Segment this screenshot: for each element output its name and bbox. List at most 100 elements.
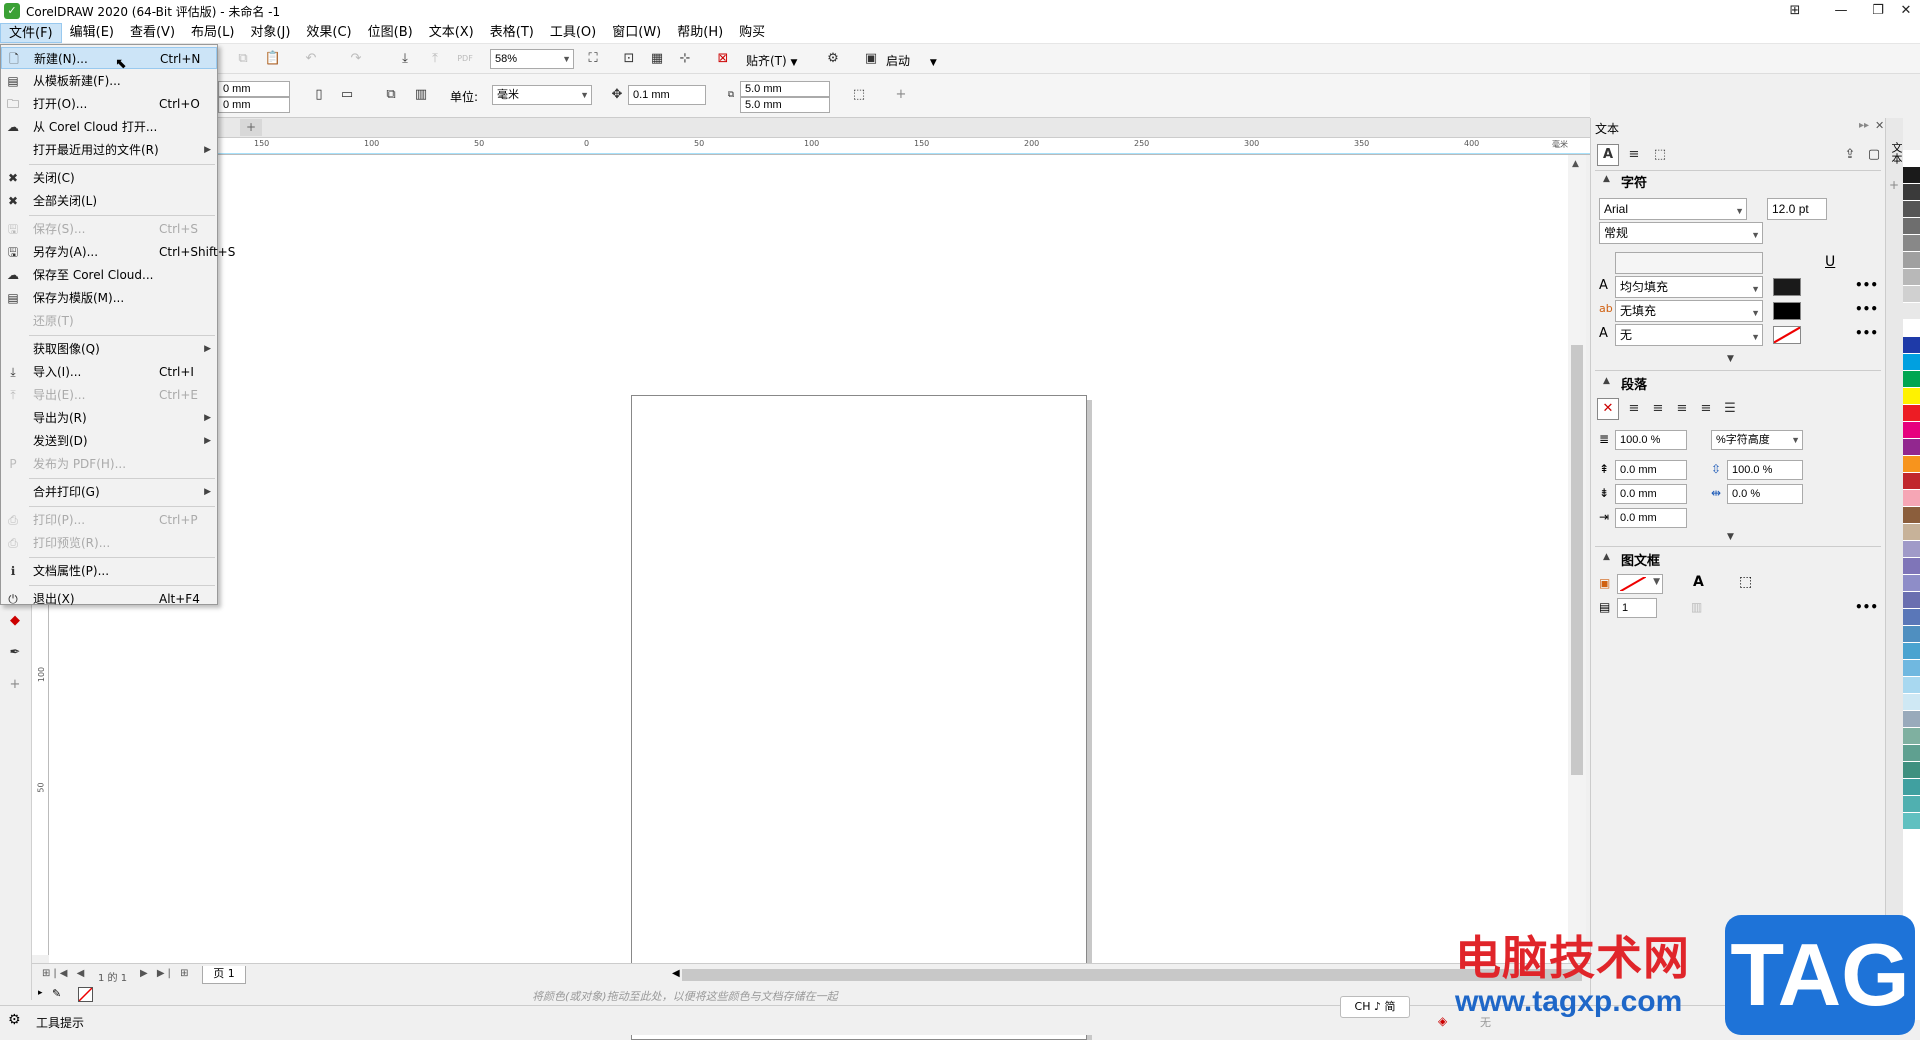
file-menu-item[interactable]: 🖫 保存(S)... Ctrl+S xyxy=(1,218,217,240)
align-center-icon[interactable]: ≡ xyxy=(1647,398,1669,420)
line-spacing-unit-dropdown[interactable]: %字符高度 ▼ xyxy=(1711,430,1803,450)
color-swatch[interactable] xyxy=(1903,269,1920,286)
add-tool-icon[interactable]: + xyxy=(4,674,26,696)
portrait-icon[interactable]: ▯ xyxy=(308,84,330,106)
color-swatch[interactable] xyxy=(1903,218,1920,235)
palette-menu-icon[interactable]: ▸ xyxy=(38,988,43,998)
add-icon[interactable]: + xyxy=(890,84,912,106)
more-options-icon[interactable]: ••• xyxy=(1855,302,1878,316)
page-nav-buttons[interactable]: ⊞|◀ ◀ xyxy=(42,968,87,979)
color-swatch[interactable] xyxy=(1903,473,1920,490)
file-menu-item[interactable]: ℹ 文档属性(P)... xyxy=(1,560,217,582)
paragraph-tab-icon[interactable]: ≡ xyxy=(1623,144,1645,166)
file-menu-item[interactable]: 还原(T) xyxy=(1,310,217,332)
file-menu-item[interactable]: 🗋 新建(N)... Ctrl+N xyxy=(1,47,217,69)
grid-icon[interactable]: ▦ xyxy=(646,48,668,70)
color-swatch[interactable] xyxy=(1903,796,1920,813)
color-swatch[interactable] xyxy=(1903,439,1920,456)
menu-effects[interactable]: 效果(C) xyxy=(298,23,359,43)
rulers-icon[interactable]: ⊡ xyxy=(618,48,640,70)
scroll-up-icon[interactable]: ▲ xyxy=(1572,159,1579,169)
file-menu-item[interactable]: 导出为(R) ▶ xyxy=(1,407,217,429)
docker-expand-icon[interactable]: ▸▸ xyxy=(1859,120,1869,131)
collapse-icon[interactable]: ▲ xyxy=(1603,376,1610,386)
color-swatch[interactable] xyxy=(1903,150,1920,167)
menu-object[interactable]: 对象(J) xyxy=(242,23,298,43)
close-button[interactable]: ✕ xyxy=(1892,0,1920,22)
color-swatch[interactable] xyxy=(1903,660,1920,677)
color-swatch[interactable] xyxy=(1903,643,1920,660)
color-swatch[interactable] xyxy=(1903,354,1920,371)
units-dropdown[interactable]: 毫米 ▼ xyxy=(492,85,592,105)
frame-tab-icon[interactable]: ⬚ xyxy=(1649,144,1671,166)
scroll-left-icon[interactable]: ◀ xyxy=(672,968,680,979)
pen-tool-icon[interactable]: ✒ xyxy=(4,642,26,664)
color-swatch[interactable] xyxy=(1903,626,1920,643)
drawing-canvas[interactable] xyxy=(49,155,1569,1040)
fill-type-dropdown[interactable]: 均匀填充 ▼ xyxy=(1615,276,1763,298)
vertical-scroll-thumb[interactable] xyxy=(1571,345,1583,775)
color-swatch[interactable] xyxy=(1903,252,1920,269)
menu-help[interactable]: 帮助(H) xyxy=(669,23,731,43)
color-swatch[interactable] xyxy=(1903,745,1920,762)
font-size-field[interactable]: 12.0 pt xyxy=(1767,198,1827,220)
current-page-icon[interactable]: ▥ xyxy=(410,84,432,106)
object-width-field[interactable]: 0 mm xyxy=(218,81,290,97)
color-swatch[interactable] xyxy=(1903,167,1920,184)
color-swatch[interactable] xyxy=(1903,456,1920,473)
color-swatch[interactable] xyxy=(1903,575,1920,592)
eyedropper-icon[interactable]: ✎ xyxy=(52,987,61,1000)
page-tab[interactable]: 页 1 xyxy=(202,966,246,984)
file-menu-item[interactable]: ☁ 从 Corel Cloud 打开... xyxy=(1,116,217,138)
gear-icon[interactable]: ⚙ xyxy=(8,1012,21,1028)
color-swatch[interactable] xyxy=(1903,541,1920,558)
color-swatch[interactable] xyxy=(1903,303,1920,320)
file-menu-item[interactable]: P 发布为 PDF(H)... xyxy=(1,453,217,475)
file-menu-item[interactable]: ▤ 从模板新建(F)... xyxy=(1,70,217,92)
color-swatch[interactable] xyxy=(1903,422,1920,439)
color-swatch[interactable] xyxy=(1903,694,1920,711)
side-tab-add-icon[interactable]: + xyxy=(1889,178,1899,192)
duplicate-y-field[interactable]: 5.0 mm xyxy=(740,97,830,113)
menu-window[interactable]: 窗口(W) xyxy=(604,23,669,43)
horizontal-scroll-thumb[interactable] xyxy=(682,969,1582,981)
color-swatch[interactable] xyxy=(1903,337,1920,354)
more-options-icon[interactable]: ••• xyxy=(1855,278,1878,292)
snap-off-icon[interactable]: ⊠ xyxy=(712,48,734,70)
color-swatch[interactable] xyxy=(1903,507,1920,524)
file-menu-item[interactable]: 🗀 打开(O)... Ctrl+O xyxy=(1,93,217,115)
file-menu-item[interactable]: ⎙ 打印(P)... Ctrl+P xyxy=(1,509,217,531)
no-align-icon[interactable]: ✕ xyxy=(1597,398,1619,420)
export-toolbar-icon[interactable]: ⤒ xyxy=(424,48,446,70)
file-menu-item[interactable]: 获取图像(Q) ▶ xyxy=(1,338,217,360)
color-swatch[interactable] xyxy=(1903,201,1920,218)
frame-fit-icon[interactable]: ⬚ xyxy=(1739,574,1752,590)
all-pages-icon[interactable]: ⧉ xyxy=(380,84,402,106)
color-swatch[interactable] xyxy=(1903,405,1920,422)
color-swatch[interactable] xyxy=(1903,813,1920,830)
outline-dropdown[interactable]: 无 ▼ xyxy=(1615,324,1763,346)
color-swatch[interactable] xyxy=(1903,609,1920,626)
fill-tool-icon[interactable]: ◆ xyxy=(4,610,26,632)
vertical-align-icon[interactable]: A xyxy=(1693,574,1704,590)
file-menu-item[interactable]: 打开最近用过的文件(R) ▶ xyxy=(1,139,217,161)
after-paragraph-field[interactable]: 0.0 mm xyxy=(1615,484,1687,504)
font-family-dropdown[interactable]: Arial ▼ xyxy=(1599,198,1747,220)
file-menu-item[interactable]: ✖ 关闭(C) xyxy=(1,167,217,189)
color-swatch[interactable] xyxy=(1903,184,1920,201)
zoom-level-field[interactable]: 58% ▼ xyxy=(490,49,574,69)
page-nav-forward-buttons[interactable]: ▶ ▶| ⊞ xyxy=(140,968,192,979)
color-swatch[interactable] xyxy=(1903,524,1920,541)
font-style-dropdown[interactable]: 常规 ▼ xyxy=(1599,222,1763,244)
file-menu-item[interactable]: ▤ 保存为模版(M)... xyxy=(1,287,217,309)
justify-icon[interactable]: ≡ xyxy=(1695,398,1717,420)
maximize-button[interactable]: ❐ xyxy=(1864,0,1892,22)
guidelines-icon[interactable]: ⊹ xyxy=(674,48,696,70)
background-fill-dropdown[interactable]: 无填充 ▼ xyxy=(1615,300,1763,322)
file-menu-item[interactable]: ⤒ 导出(E)... Ctrl+E xyxy=(1,384,217,406)
character-tab-icon[interactable]: A xyxy=(1597,144,1619,166)
frame-fill-color-dropdown[interactable]: ▼ xyxy=(1617,574,1663,594)
color-swatch[interactable] xyxy=(1903,762,1920,779)
color-swatch[interactable] xyxy=(1903,235,1920,252)
color-swatch[interactable] xyxy=(1903,388,1920,405)
